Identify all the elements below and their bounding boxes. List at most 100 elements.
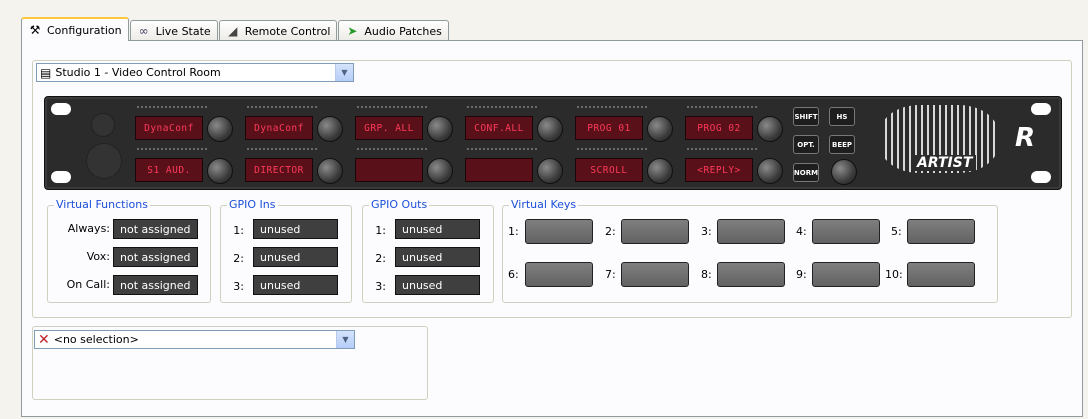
glasses-icon: ∞ (138, 24, 149, 38)
label-strip (687, 148, 757, 152)
tab-label: Configuration (47, 23, 122, 37)
virtual-key-button[interactable] (907, 262, 975, 287)
label-strip (687, 106, 757, 110)
panel-select-value: Studio 1 - Video Control Room (55, 66, 221, 79)
group-title: Virtual Keys (509, 198, 579, 211)
panel-device-icon: ▤ (40, 65, 52, 80)
label-strip (357, 106, 427, 110)
gpio-out-field[interactable]: unused (395, 275, 480, 295)
panel-select[interactable]: ▤ Studio 1 - Video Control Room ▼ (36, 63, 354, 82)
group-title: GPIO Outs (369, 198, 430, 211)
label-strip (247, 148, 317, 152)
key-button[interactable] (537, 158, 563, 184)
on-call-field[interactable]: not assigned (113, 275, 198, 295)
virtual-key-label: 2: (605, 225, 616, 238)
group-title: Virtual Functions (54, 198, 150, 211)
chevron-down-icon[interactable]: ▼ (336, 331, 354, 348)
key-button[interactable] (207, 158, 233, 184)
panel-device: DynaConf DynaConf GRP. ALL CONF.ALL PROG… (44, 96, 1062, 190)
selection-select[interactable]: ✕ <no selection> ▼ (34, 330, 355, 349)
label-strip (137, 106, 207, 110)
tab-label: Audio Patches (364, 24, 442, 38)
key-button[interactable] (317, 116, 343, 142)
label-strip (467, 148, 537, 152)
virtual-key-button[interactable] (525, 262, 593, 287)
gpio-in-field[interactable]: unused (253, 247, 338, 267)
label-strip (357, 148, 427, 152)
on-call-label: On Call: (66, 278, 110, 291)
norm-button[interactable]: NORM (793, 163, 819, 182)
key-button[interactable] (647, 116, 673, 142)
key-button[interactable] (427, 158, 453, 184)
key-button[interactable] (317, 158, 343, 184)
gpio-in-label: 2: (233, 252, 244, 265)
gpio-in-field[interactable]: unused (253, 275, 338, 295)
red-x-icon: ✕ (38, 331, 50, 348)
gpio-out-field[interactable]: unused (395, 219, 480, 239)
virtual-key-label: 9: (796, 268, 807, 281)
virtual-key-button[interactable] (812, 219, 880, 244)
virtual-key-button[interactable] (907, 219, 975, 244)
key-display: SCROLL (575, 158, 643, 182)
tab-configuration[interactable]: ⚒ Configuration (21, 17, 129, 41)
virtual-key-button[interactable] (525, 219, 593, 244)
key-button[interactable] (757, 158, 783, 184)
mount-hole (1031, 171, 1051, 183)
microphone-grille (91, 113, 115, 137)
gpio-out-label: 3: (375, 280, 386, 293)
virtual-key-button[interactable] (621, 219, 689, 244)
tab-remote-control[interactable]: ◢ Remote Control (218, 20, 338, 41)
tab-audio-patches[interactable]: ➤ Audio Patches (338, 20, 449, 41)
gpio-out-field[interactable]: unused (395, 247, 480, 267)
key-display: GRP. ALL (355, 116, 423, 140)
vox-field[interactable]: not assigned (113, 247, 198, 267)
chevron-down-icon[interactable]: ▼ (335, 64, 353, 81)
virtual-key-label: 4: (796, 225, 807, 238)
key-display: S1 AUD. (135, 158, 203, 182)
virtual-key-button[interactable] (812, 262, 880, 287)
shift-button[interactable]: SHIFT (793, 107, 819, 126)
virtual-key-label: 8: (701, 268, 712, 281)
mount-hole (51, 103, 71, 115)
brand-label: ARTIST (913, 155, 977, 171)
key-button[interactable] (537, 116, 563, 142)
opt-button[interactable]: OPT. (793, 135, 819, 154)
virtual-key-label: 10: (885, 268, 903, 281)
tab-bar: ⚒ Configuration ∞ Live State ◢ Remote Co… (21, 17, 450, 41)
key-display: DIRECTOR (245, 158, 313, 182)
gpio-in-label: 3: (233, 280, 244, 293)
speaker-grille (86, 143, 122, 179)
key-button[interactable] (757, 116, 783, 142)
virtual-key-button[interactable] (621, 262, 689, 287)
mount-hole (1031, 103, 1051, 115)
label-strip (137, 148, 207, 152)
key-button[interactable] (647, 158, 673, 184)
volume-knob[interactable] (831, 159, 857, 185)
tab-label: Remote Control (244, 24, 331, 38)
gpio-in-field[interactable]: unused (253, 219, 338, 239)
key-display: DynaConf (245, 116, 313, 140)
key-display (465, 158, 533, 182)
virtual-key-label: 5: (891, 225, 902, 238)
always-field[interactable]: not assigned (113, 219, 198, 239)
hs-button[interactable]: HS (829, 107, 855, 126)
key-button[interactable] (427, 116, 453, 142)
beep-button[interactable]: BEEP (829, 135, 855, 154)
logo: R (1015, 123, 1036, 153)
key-display: <REPLY> (685, 158, 753, 182)
virtual-key-button[interactable] (717, 219, 785, 244)
tab-live-state[interactable]: ∞ Live State (129, 20, 218, 41)
label-strip (467, 106, 537, 110)
remote-control-icon: ◢ (228, 24, 238, 38)
virtual-key-button[interactable] (717, 262, 785, 287)
key-button[interactable] (207, 116, 233, 142)
key-display: DynaConf (135, 116, 203, 140)
virtual-key-label: 1: (508, 225, 519, 238)
key-display: CONF.ALL (465, 116, 533, 140)
label-strip (577, 148, 647, 152)
label-strip (247, 106, 317, 110)
vox-label: Vox: (86, 250, 110, 263)
key-display: PROG 01 (575, 116, 643, 140)
virtual-key-label: 6: (508, 268, 519, 281)
tab-label: Live State (155, 24, 211, 38)
